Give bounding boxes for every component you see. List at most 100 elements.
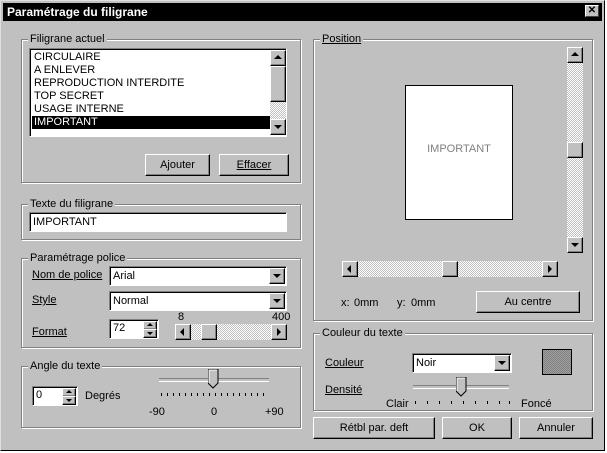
angle-spinbox[interactable]: 0 <box>32 386 78 406</box>
x-label: x: <box>341 297 350 309</box>
scroll-right-button[interactable] <box>542 261 558 277</box>
font-name-label: Nom de police <box>32 269 103 281</box>
ok-button[interactable]: OK <box>442 417 512 439</box>
watermark-listbox[interactable]: CIRCULAIRE A ENLEVER REPRODUCTION INTERD… <box>29 48 287 137</box>
cancel-button[interactable]: Annuler <box>519 417 593 439</box>
color-value: Noir <box>416 357 437 369</box>
vertical-position-thumb[interactable] <box>567 142 583 158</box>
font-name-select[interactable]: Arial <box>109 266 287 286</box>
close-button[interactable]: ✕ <box>585 5 599 17</box>
text-color-title: Couleur du texte <box>320 326 405 340</box>
current-watermark-title: Filigrane actuel <box>28 32 107 46</box>
preview-watermark-text: IMPORTANT <box>427 143 491 155</box>
list-item-selected[interactable]: IMPORTANT <box>32 116 272 129</box>
cancel-label: Annuler <box>537 422 575 434</box>
arrow-left-icon <box>180 328 184 336</box>
arrow-down-icon <box>274 125 282 129</box>
title-bar[interactable]: Paramétrage du filigrane ✕ <box>3 3 602 21</box>
x-value: 0mm <box>354 297 379 309</box>
ok-label: OK <box>469 422 485 434</box>
angle-unit-label: Degrés <box>85 390 121 402</box>
scroll-down-button[interactable] <box>567 237 583 253</box>
list-item[interactable]: CIRCULAIRE <box>32 51 272 64</box>
angle-ticks <box>161 393 267 396</box>
reset-defaults-label: Rétbl par. deft <box>339 422 409 434</box>
position-title: Position <box>320 32 364 46</box>
delete-button[interactable]: Effacer <box>219 154 289 176</box>
slider-thumb-icon <box>455 376 467 397</box>
format-slider[interactable] <box>175 324 287 340</box>
horizontal-position-thumb[interactable] <box>442 261 458 277</box>
slider-thumb-icon <box>207 368 219 389</box>
font-name-dropdown-button[interactable] <box>269 268 285 284</box>
angle-min-label: -90 <box>149 406 165 418</box>
list-item[interactable]: REPRODUCTION INTERDITE <box>32 77 272 90</box>
dark-label: Foncé <box>521 398 552 410</box>
style-label: Style <box>32 294 57 306</box>
list-item[interactable]: USAGE INTERNE <box>32 103 272 116</box>
watermark-dialog: Paramétrage du filigrane ✕ Filigrane act… <box>0 0 605 451</box>
format-spinbox[interactable]: 72 <box>109 319 159 339</box>
scroll-down-button[interactable] <box>270 119 286 135</box>
style-select[interactable]: Normal <box>109 291 287 311</box>
arrow-right-icon <box>548 265 552 273</box>
format-spin-down[interactable] <box>143 329 157 338</box>
style-dropdown-button[interactable] <box>269 293 285 309</box>
font-name-value: Arial <box>113 270 136 282</box>
watermark-text-input[interactable]: IMPORTANT <box>29 212 287 232</box>
style-value: Normal <box>113 295 149 307</box>
scroll-up-button[interactable] <box>567 47 583 63</box>
arrow-left-icon <box>347 265 351 273</box>
scroll-right-button[interactable] <box>271 324 287 340</box>
vertical-position-scrollbar[interactable] <box>567 47 583 253</box>
add-button[interactable]: Ajouter <box>145 154 210 176</box>
arrow-up-icon <box>571 52 579 56</box>
y-value: 0mm <box>411 297 436 309</box>
angle-mid-label: 0 <box>211 406 218 418</box>
color-select[interactable]: Noir <box>412 353 512 373</box>
arrow-down-icon <box>66 399 72 402</box>
angle-value: 0 <box>36 389 43 401</box>
center-button-label: Au centre <box>504 296 552 308</box>
delete-button-label: Effacer <box>236 159 272 171</box>
light-label: Clair <box>386 398 409 410</box>
angle-slider-thumb[interactable] <box>207 368 219 389</box>
angle-max-label: +90 <box>265 406 284 418</box>
color-dropdown-button[interactable] <box>494 355 510 371</box>
density-slider-thumb[interactable] <box>455 376 467 397</box>
scroll-up-button[interactable] <box>270 50 286 66</box>
scroll-thumb[interactable] <box>270 66 286 102</box>
color-label: Couleur <box>325 357 364 369</box>
format-label: Format <box>32 326 67 338</box>
watermark-text-title: Texte du filigrane <box>28 197 116 211</box>
page-preview: IMPORTANT <box>405 85 513 220</box>
horizontal-position-scrollbar[interactable] <box>342 261 558 277</box>
reset-defaults-button[interactable]: Rétbl par. deft <box>313 417 435 439</box>
window-title: Paramétrage du filigrane <box>7 5 148 19</box>
text-angle-title: Angle du texte <box>28 359 103 373</box>
list-scrollbar[interactable] <box>270 50 286 135</box>
density-ticks <box>415 401 511 404</box>
list-item[interactable]: A ENLEVER <box>32 64 272 77</box>
chevron-down-icon <box>273 274 281 278</box>
center-button[interactable]: Au centre <box>476 291 580 313</box>
chevron-down-icon <box>273 299 281 303</box>
format-min-label: 8 <box>178 311 185 323</box>
arrow-down-icon <box>147 332 153 335</box>
scroll-left-button[interactable] <box>175 324 191 340</box>
format-value: 72 <box>113 322 126 334</box>
arrow-down-icon <box>571 243 579 247</box>
font-settings-title: Paramétrage police <box>28 251 128 265</box>
density-label: Densité <box>325 384 363 396</box>
arrow-right-icon <box>277 328 281 336</box>
color-swatch <box>542 349 572 375</box>
close-icon: ✕ <box>587 5 597 16</box>
arrow-up-icon <box>147 323 153 326</box>
scroll-left-button[interactable] <box>342 261 358 277</box>
list-item[interactable]: TOP SECRET <box>32 90 272 103</box>
format-max-label: 400 <box>272 311 291 323</box>
format-slider-thumb[interactable] <box>201 324 217 340</box>
angle-spin-down[interactable] <box>62 396 76 405</box>
arrow-up-icon <box>66 390 72 393</box>
chevron-down-icon <box>498 361 506 365</box>
